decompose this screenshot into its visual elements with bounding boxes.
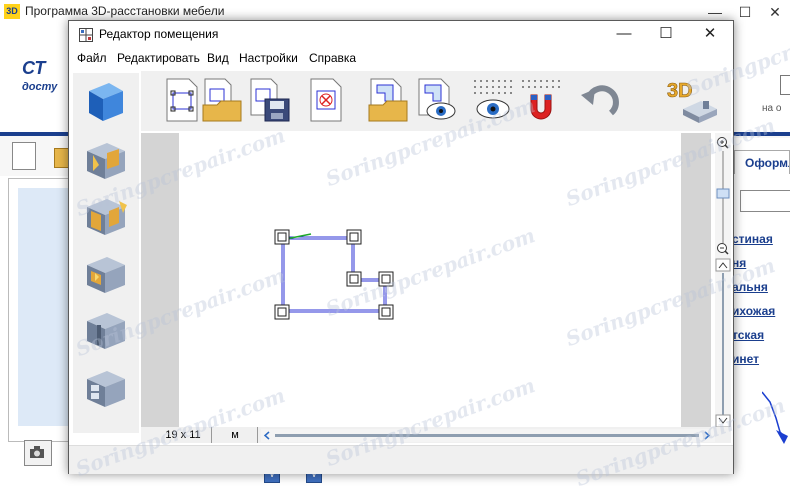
unit-value: м [213,427,258,443]
zoom-out-icon [717,243,729,255]
grid-view-button[interactable] [467,75,517,125]
magnet-grid-icon [522,80,560,120]
scroll-left-arrow-icon [263,431,270,440]
scroll-right-arrow-icon [704,431,711,440]
new-document-icon[interactable] [12,142,36,170]
menu-settings[interactable]: Настройки [239,51,298,65]
room-link-kitchen[interactable]: ня [732,256,746,270]
maximize-button[interactable]: ☐ [643,21,689,47]
wall-icon [89,83,123,121]
room-editor-app-icon [79,28,93,42]
window-tool-button[interactable] [79,249,133,299]
grid-eye-icon [474,80,512,119]
view-plan-icon [418,78,456,120]
background-right-hint: на о [762,103,782,114]
background-close-button[interactable]: ✕ [760,0,790,24]
wall-tool-button[interactable] [79,77,133,127]
3d-view-button[interactable]: 3D [663,75,717,125]
undo-icon [581,85,619,116]
horizontal-scrollbar[interactable] [261,429,715,442]
menu-help[interactable]: Справка [309,51,356,65]
save-plan-icon [250,78,290,122]
3d-view-icon: 3D [667,80,717,123]
partition-tool-button[interactable] [79,305,133,355]
3d-label: 3D [667,80,693,102]
background-right-input[interactable] [740,190,790,212]
save-room-button[interactable] [245,75,295,125]
background-design-tab[interactable]: Оформл [734,150,790,174]
room-editor-window: Редактор помещения — ☐ ✕ Файл Редактиров… [68,20,734,474]
menu-file[interactable]: Файл [77,51,107,65]
window-icon [87,257,125,293]
niche-icon [87,371,125,407]
editor-toolbar: 3D [141,71,731,131]
clear-room-button[interactable] [301,75,351,125]
menu-bar: Файл Редактировать Вид Настройки Справка [69,49,733,69]
close-button[interactable]: ✕ [687,21,733,47]
zoom-in-icon [717,137,729,149]
background-logo: СТ досту [22,58,58,93]
zoom-slider-thumb [716,188,730,199]
room-outline [274,229,394,320]
room-size-value: 19 x 11 [155,427,212,443]
background-preview-graphic [762,391,788,444]
delete-plan-icon [310,78,342,122]
open-plan-icon [202,78,242,122]
app-3d-icon: 3D [4,4,20,19]
door-icon [87,143,125,179]
background-window-title: Программа 3D-расстановки мебели [25,4,225,18]
dialog-title: Редактор помещения [99,27,219,41]
import-plan-icon [368,78,408,122]
room-link-bedroom[interactable]: альня [732,280,768,294]
plan-canvas-area [141,133,711,429]
double-door-tool-button[interactable] [79,191,133,241]
view-plan-button[interactable] [411,75,461,125]
background-maximize-button[interactable]: ☐ [730,0,760,24]
menu-view[interactable]: Вид [207,51,229,65]
double-door-icon [87,199,127,235]
room-link-study[interactable]: инет [732,352,759,366]
camera-icon[interactable] [24,440,52,466]
room-link-hallway[interactable]: ихожая [732,304,775,318]
element-sidebar [73,73,139,433]
niche-tool-button[interactable] [79,363,133,413]
dialog-bottom-bar [69,445,733,474]
menu-edit[interactable]: Редактировать [117,51,200,65]
plan-canvas[interactable] [179,133,681,429]
minimize-button[interactable]: — [601,21,647,47]
undo-button[interactable] [575,75,625,125]
snap-magnet-button[interactable] [515,75,565,125]
room-link-kids[interactable]: тская [732,328,764,342]
import-plan-button[interactable] [363,75,413,125]
room-link-living[interactable]: стиная [732,232,773,246]
zoom-scrollbar[interactable] [715,133,731,429]
background-left-preview [18,188,68,426]
open-room-button[interactable] [197,75,247,125]
partition-icon [87,313,125,349]
vertex-handles [274,229,394,320]
background-right-control[interactable] [780,75,790,95]
door-tool-button[interactable] [79,135,133,185]
